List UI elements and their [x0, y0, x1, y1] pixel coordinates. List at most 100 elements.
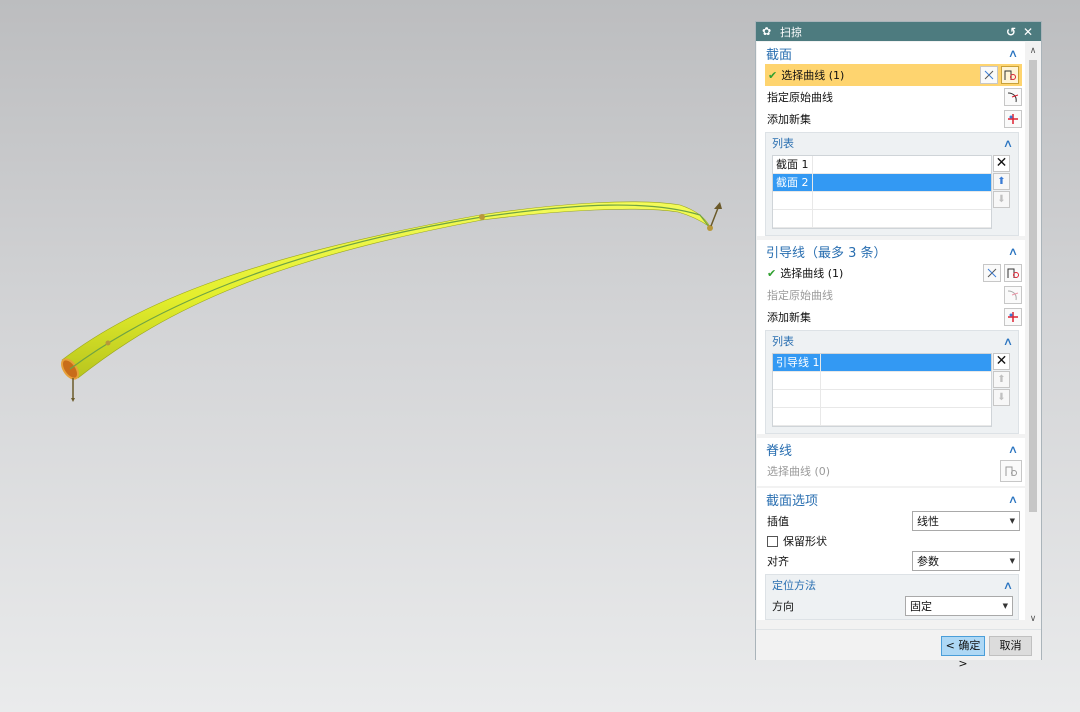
select-spine-row[interactable]: 选择曲线 (0) [757, 460, 1025, 482]
collapse-icon[interactable]: ∧ [1005, 493, 1021, 506]
add-new-set-label: 添加新集 [767, 113, 811, 126]
keep-shape-label: 保留形状 [783, 535, 827, 548]
close-icon[interactable]: ✕ [1021, 25, 1035, 39]
curve-icon [1007, 290, 1019, 301]
positioning-panel: 定位方法 ∧ 方向 固定 ▼ [765, 574, 1019, 620]
scroll-up-icon[interactable]: ∧ [1026, 44, 1040, 58]
curve-select-icon [1005, 466, 1017, 476]
reverse-direction-icon [987, 268, 997, 278]
collapse-icon[interactable]: ∧ [1000, 335, 1016, 348]
sweep-body[interactable] [61, 201, 711, 379]
group-spine: 脊线 ∧ 选择曲线 (0) [757, 438, 1025, 486]
dialog-footer: < 确定 > 取消 [756, 629, 1041, 670]
reverse-direction-button[interactable] [980, 66, 998, 84]
sweep-model[interactable] [0, 0, 740, 712]
list-item-empty [773, 408, 991, 426]
group-title: 截面选项 [766, 493, 819, 509]
reverse-direction-button[interactable] [983, 264, 1001, 282]
move-up-button[interactable]: ⬆ [993, 173, 1010, 190]
specify-original-row[interactable]: 指定原始曲线 [757, 284, 1025, 306]
collapse-icon[interactable]: ∧ [1005, 245, 1021, 258]
list-title: 列表 [772, 137, 794, 150]
interpolation-row: 插值 线性 ▼ [757, 510, 1025, 532]
reset-icon[interactable]: ↺ [1004, 25, 1018, 39]
add-set-icon [1008, 312, 1018, 322]
add-new-set-label: 添加新集 [767, 311, 811, 324]
sub-header[interactable]: 列表 ∧ [766, 133, 1018, 153]
guide-point [105, 340, 111, 346]
collapse-icon[interactable]: ∧ [1005, 47, 1021, 60]
interpolation-select[interactable]: 线性 ▼ [912, 511, 1020, 531]
group-title: 脊线 [766, 443, 793, 459]
keep-shape-checkbox[interactable] [767, 535, 778, 547]
move-down-button[interactable]: ⬇ [993, 191, 1010, 208]
vertical-scrollbar[interactable]: ∧ ∨ [1026, 42, 1040, 628]
collapse-icon[interactable]: ∧ [1000, 579, 1016, 592]
specify-original-row[interactable]: 指定原始曲线 [757, 86, 1025, 108]
curve-select-icon [1004, 70, 1016, 80]
dropdown-arrow-icon: ▼ [1009, 557, 1015, 565]
collapse-icon[interactable]: ∧ [1000, 137, 1016, 150]
list-item-empty [773, 390, 991, 408]
add-new-set-row[interactable]: 添加新集 [757, 306, 1025, 328]
select-curve-label: 选择曲线 (1) [780, 267, 844, 280]
section-list[interactable]: 截面 1 截面 2 [772, 155, 992, 229]
specify-original-button[interactable] [1004, 88, 1022, 106]
collapse-icon[interactable]: ∧ [1005, 443, 1021, 456]
group-header[interactable]: 截面选项 ∧ [757, 488, 1025, 510]
alignment-row: 对齐 参数 ▼ [757, 550, 1025, 572]
group-header[interactable]: 引导线（最多 3 条） ∧ [757, 240, 1025, 262]
list-item[interactable]: 截面 2 [773, 174, 991, 192]
select-curve-label: 选择曲线 (0) [767, 465, 831, 478]
check-icon: ✔ [767, 266, 777, 280]
guide-list-panel: 列表 ∧ 引导线 1 ✕ ⬆ ⬇ [765, 330, 1019, 434]
curve-rule-button[interactable] [1000, 460, 1022, 482]
remove-item-button[interactable]: ✕ [993, 155, 1010, 172]
list-item[interactable]: 引导线 1 [773, 354, 991, 372]
group-title: 引导线（最多 3 条） [766, 245, 887, 261]
scrollbar-thumb[interactable] [1029, 60, 1037, 512]
guide-list[interactable]: 引导线 1 [772, 353, 992, 427]
specify-original-button[interactable] [1004, 286, 1022, 304]
cancel-button[interactable]: 取消 [989, 636, 1032, 656]
group-header[interactable]: 脊线 ∧ [757, 438, 1025, 460]
ok-button[interactable]: < 确定 > [941, 636, 985, 670]
direction-arrow-end [710, 207, 719, 227]
list-title: 列表 [772, 335, 794, 348]
dropdown-arrow-icon: ▼ [1002, 602, 1008, 610]
move-up-button[interactable]: ⬆ [993, 371, 1010, 388]
add-new-set-button[interactable] [1004, 110, 1022, 128]
interpolation-label: 插值 [767, 515, 789, 528]
select-curve-label: 选择曲线 (1) [781, 69, 845, 82]
add-new-set-button[interactable] [1004, 308, 1022, 326]
list-item[interactable]: 截面 1 [773, 156, 991, 174]
positioning-title: 定位方法 [772, 579, 816, 592]
group-section: 截面 ∧ ✔ 选择曲线 (1) 指定原始曲线 添加新集 列表 ∧ 截面 1 截面… [757, 42, 1025, 236]
move-down-button[interactable]: ⬇ [993, 389, 1010, 406]
orientation-value: 固定 [910, 600, 932, 613]
curve-rule-button[interactable] [1001, 66, 1019, 84]
orientation-label: 方向 [772, 600, 794, 613]
list-item-empty [773, 192, 991, 210]
guide-curve [69, 204, 711, 370]
sub-header[interactable]: 列表 ∧ [766, 331, 1018, 351]
add-new-set-row[interactable]: 添加新集 [757, 108, 1025, 130]
curve-select-icon [1007, 268, 1019, 278]
remove-item-button[interactable]: ✕ [993, 353, 1010, 370]
select-curve-row[interactable]: ✔ 选择曲线 (1) [765, 64, 1022, 86]
arrow-head-end [714, 202, 722, 209]
section-list-panel: 列表 ∧ 截面 1 截面 2 ✕ ⬆ ⬇ [765, 132, 1019, 236]
curve-icon [1007, 92, 1019, 103]
curve-rule-button[interactable] [1004, 264, 1022, 282]
scroll-down-icon[interactable]: ∨ [1026, 612, 1040, 626]
group-header[interactable]: 截面 ∧ [757, 42, 1025, 64]
select-guide-row[interactable]: ✔ 选择曲线 (1) [757, 262, 1025, 284]
group-guide: 引导线（最多 3 条） ∧ ✔ 选择曲线 (1) 指定原始曲线 添加新集 列表 … [757, 240, 1025, 434]
alignment-select[interactable]: 参数 ▼ [912, 551, 1020, 571]
sub-header[interactable]: 定位方法 ∧ [766, 575, 1018, 595]
orientation-select[interactable]: 固定 ▼ [905, 596, 1013, 616]
list-item-empty [773, 210, 991, 228]
dialog-content[interactable]: 截面 ∧ ✔ 选择曲线 (1) 指定原始曲线 添加新集 列表 ∧ 截面 1 截面… [757, 42, 1025, 628]
keep-shape-row[interactable]: 保留形状 [757, 532, 1025, 550]
dialog-titlebar[interactable]: ✿ 扫掠 ↺ ✕ [756, 22, 1041, 41]
